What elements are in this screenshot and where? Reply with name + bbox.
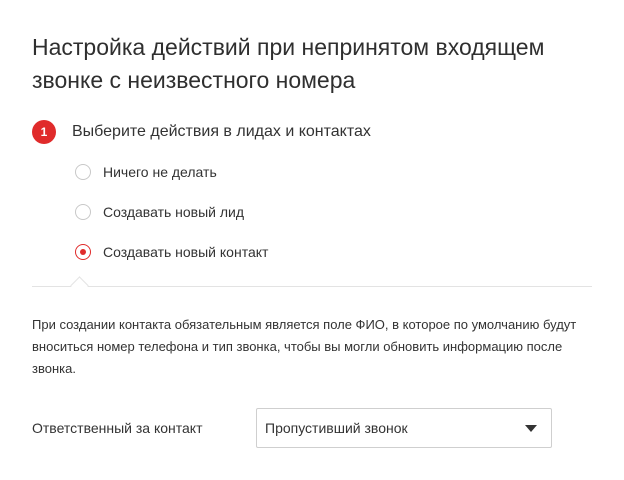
option-label[interactable]: Создавать новый лид [103,204,244,220]
option-label[interactable]: Создавать новый контакт [103,244,268,260]
radio-create-lead[interactable] [75,204,91,220]
responsible-select[interactable]: Пропустивший звонок [256,408,552,448]
action-radio-group: Ничего не делать Создавать новый лид Соз… [75,160,268,280]
step-title: Выберите действия в лидах и контактах [72,123,371,140]
responsible-select-value[interactable]: Пропустивший звонок [265,420,408,436]
option-description: При создании контакта обязательным являе… [32,317,577,376]
option-do-nothing[interactable]: Ничего не делать [75,160,268,184]
option-create-contact[interactable]: Создавать новый контакт [75,240,268,264]
step-number-badge: 1 [32,120,56,144]
radio-create-contact[interactable] [75,244,91,260]
option-label[interactable]: Ничего не делать [103,164,217,180]
radio-do-nothing[interactable] [75,164,91,180]
step-header: 1 Выберите действия в лидах и контактах [32,119,371,145]
section-divider [32,286,592,287]
option-create-lead[interactable]: Создавать новый лид [75,200,268,224]
caret-down-icon[interactable] [525,425,537,432]
responsible-label: Ответственный за контакт [32,420,203,436]
page-title: Настройка действий при непринятом входящ… [32,34,545,93]
